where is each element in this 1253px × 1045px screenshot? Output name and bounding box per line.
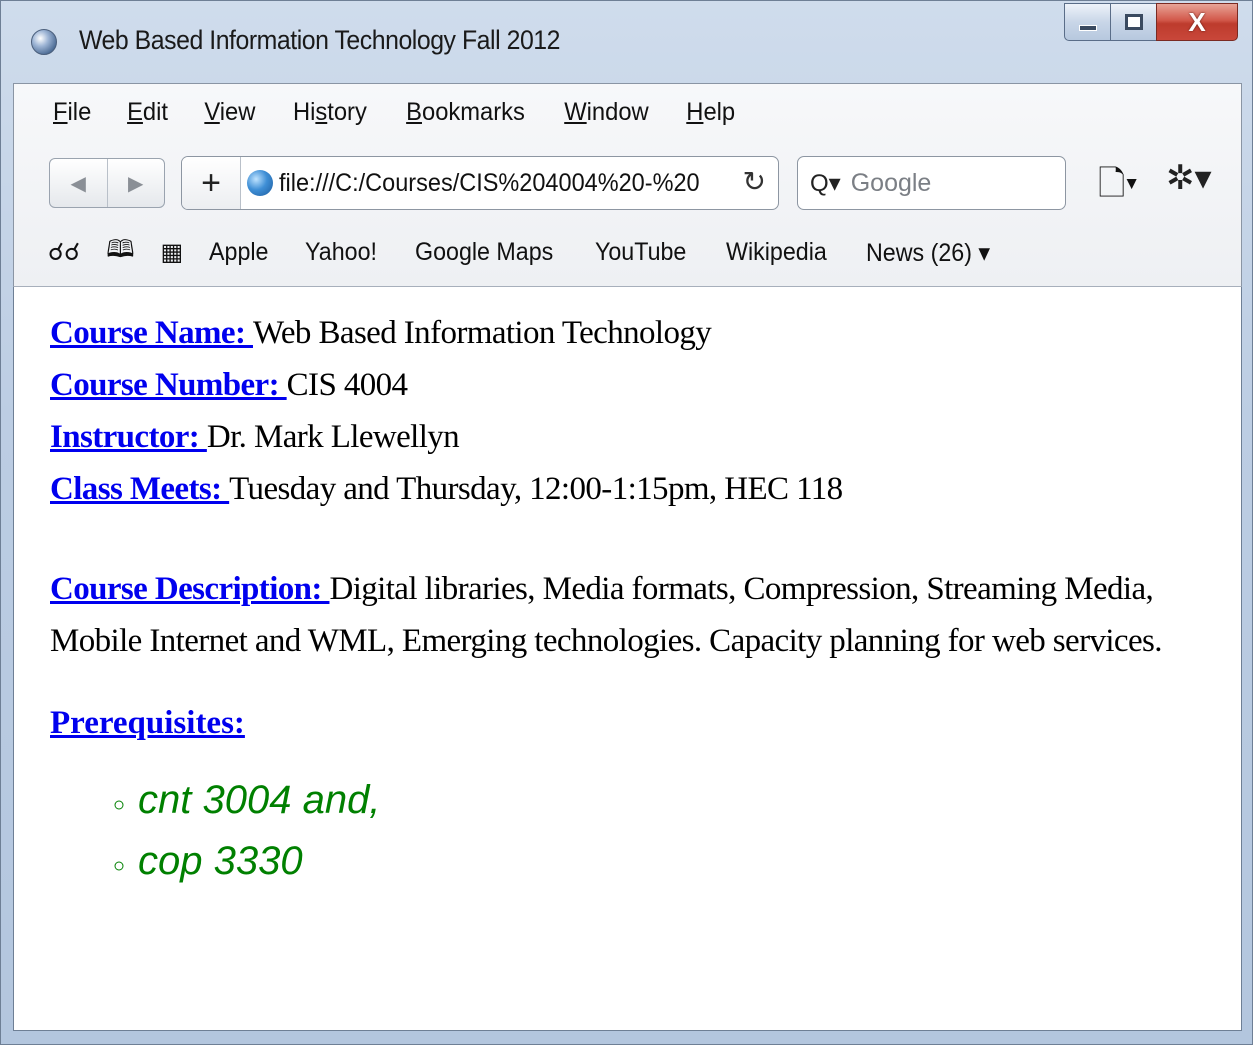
bookmark-youtube[interactable]: YouTube <box>595 238 686 267</box>
menu-help[interactable]: Help <box>686 98 735 127</box>
search-icon[interactable]: Q▾ <box>810 169 841 198</box>
grid-icon[interactable]: ▦ <box>161 238 184 267</box>
class-meets-value: Tuesday and Thursday, 12:00-1:15pm, HEC … <box>229 471 843 507</box>
course-description: Course Description: Digital libraries, M… <box>50 563 1210 667</box>
list-item: cnt 3004 and, <box>138 778 1241 839</box>
menu-window-rest: indow <box>586 98 649 126</box>
prerequisites-link[interactable]: Prerequisites: <box>50 705 245 741</box>
class-meets-link[interactable]: Class Meets: <box>50 471 229 507</box>
search-bar: Q▾ <box>797 156 1066 210</box>
back-icon: ◀ <box>70 172 86 195</box>
address-bar: + file:///C:/Courses/CIS%204004%20-%20 ↻ <box>181 156 779 210</box>
menu-file[interactable]: File <box>53 98 91 127</box>
page-content: Course Name: Web Based Information Techn… <box>13 287 1242 1031</box>
menu-edit[interactable]: Edit <box>127 98 168 127</box>
prerequisites-heading: Prerequisites: <box>50 705 1241 742</box>
bookmark-wikipedia[interactable]: Wikipedia <box>726 238 827 267</box>
course-name-link[interactable]: Course Name: <box>50 315 253 351</box>
class-meets-row: Class Meets: Tuesday and Thursday, 12:00… <box>50 471 1241 523</box>
menu-bookmarks[interactable]: Bookmarks <box>406 98 525 127</box>
safari-app-icon <box>31 29 57 55</box>
globe-icon <box>247 170 273 196</box>
minimize-button[interactable] <box>1064 3 1110 41</box>
bookmarks-bar: ☌☌ 🕮 ▦ Apple Yahoo! Google Maps YouTube … <box>48 232 1031 273</box>
close-icon: X <box>1188 7 1206 37</box>
search-input[interactable] <box>848 167 1053 199</box>
browser-window: Web Based Information Technology Fall 20… <box>0 0 1253 1045</box>
bookmark-news[interactable]: News (26) ▾ <box>866 238 990 268</box>
menu-file-rest: ile <box>67 98 92 126</box>
bookmark-yahoo[interactable]: Yahoo! <box>305 238 377 267</box>
add-bookmark-button[interactable]: + <box>182 157 241 209</box>
maximize-icon <box>1124 14 1143 30</box>
course-number-link[interactable]: Course Number: <box>50 367 287 403</box>
menu-view[interactable]: View <box>205 98 256 127</box>
bookmark-apple[interactable]: Apple <box>209 238 268 267</box>
forward-icon: ▶ <box>128 172 144 195</box>
plus-icon: + <box>201 163 221 202</box>
maximize-button[interactable] <box>1110 3 1156 41</box>
gear-icon[interactable]: ✲▾ <box>1166 158 1212 198</box>
page-menu-icon[interactable]: 🗋▾ <box>1098 160 1138 217</box>
back-button[interactable]: ◀ <box>50 159 107 207</box>
prerequisites-list: cnt 3004 and, cop 3330 <box>50 778 1241 900</box>
menu-history[interactable]: History <box>293 98 367 127</box>
minimize-icon <box>1078 25 1097 31</box>
address-input[interactable]: file:///C:/Courses/CIS%204004%20-%20 <box>279 169 721 198</box>
browser-chrome: File Edit View History Bookmarks Window … <box>13 83 1242 287</box>
course-description-link[interactable]: Course Description: <box>50 571 329 607</box>
book-icon[interactable]: 🕮 <box>106 232 134 273</box>
course-name-row: Course Name: Web Based Information Techn… <box>50 315 1241 367</box>
course-name-value: Web Based Information Technology <box>252 315 712 351</box>
instructor-link[interactable]: Instructor: <box>50 419 207 455</box>
menu-window[interactable]: Window <box>564 98 648 127</box>
course-number-row: Course Number: CIS 4004 <box>50 367 1241 419</box>
caption-buttons: X <box>1064 3 1238 41</box>
back-forward-group: ◀ ▶ <box>49 158 165 208</box>
menu-history-rest-b: tory <box>327 98 367 126</box>
glasses-icon[interactable]: ☌☌ <box>48 238 80 267</box>
instructor-row: Instructor: Dr. Mark Llewellyn <box>50 419 1241 471</box>
reload-icon[interactable]: ↻ <box>743 165 766 198</box>
close-button[interactable]: X <box>1156 3 1238 41</box>
menu-bookmarks-rest: ookmarks <box>421 98 525 126</box>
list-item: cop 3330 <box>138 839 1241 900</box>
menu-bar: File Edit View History Bookmarks Window … <box>52 98 736 127</box>
menu-edit-rest: dit <box>143 98 169 126</box>
menu-help-rest: elp <box>703 98 736 126</box>
bookmark-google-maps[interactable]: Google Maps <box>415 238 553 267</box>
menu-history-rest-a: Hi <box>293 98 316 126</box>
forward-button[interactable]: ▶ <box>106 159 165 207</box>
menu-view-rest: iew <box>220 98 256 126</box>
title-bar[interactable]: Web Based Information Technology Fall 20… <box>1 1 1252 83</box>
instructor-value: Dr. Mark Llewellyn <box>206 419 460 455</box>
window-title: Web Based Information Technology Fall 20… <box>79 25 561 55</box>
course-number-value: CIS 4004 <box>286 367 408 403</box>
